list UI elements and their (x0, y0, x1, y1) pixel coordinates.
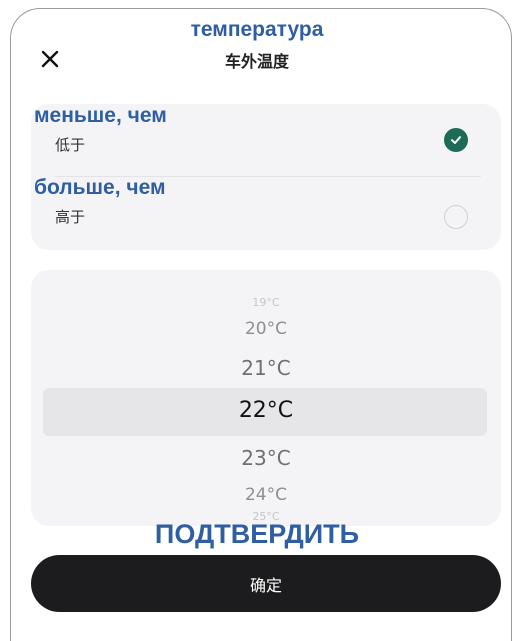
picker-item-selected[interactable]: 22°C (31, 398, 501, 423)
option-label-translation: больше, чем (34, 176, 166, 199)
picker-item[interactable]: 20°C (31, 319, 501, 339)
radio-unchecked[interactable] (444, 205, 468, 229)
page-title-translation: температура (190, 18, 324, 41)
confirm-translation: ПОДТВЕРДИТЬ (154, 519, 360, 549)
option-greater-than[interactable]: больше, чем 高于 (31, 176, 501, 246)
option-less-than[interactable]: меньше, чем 低于 (31, 104, 501, 174)
picker-item[interactable]: 23°C (31, 446, 501, 470)
confirm-button-label: 确定 (249, 575, 282, 595)
temperature-picker[interactable]: 19°C 20°C 21°C 22°C 23°C 24°C 25°C (31, 270, 501, 526)
page-title: 车外温度 (224, 52, 289, 71)
check-icon (451, 136, 461, 144)
condition-options-card: меньше, чем 低于 больше, чем 高于 (31, 104, 501, 250)
picker-item[interactable]: 24°C (31, 485, 501, 505)
option-label: 高于 (55, 208, 86, 226)
option-label: 低于 (55, 136, 86, 154)
option-label-translation: меньше, чем (34, 104, 167, 127)
radio-checked[interactable] (444, 128, 468, 152)
confirm-button[interactable]: 确定 (31, 555, 501, 612)
picker-item[interactable]: 21°C (31, 356, 501, 380)
picker-item[interactable]: 19°C (31, 296, 501, 309)
